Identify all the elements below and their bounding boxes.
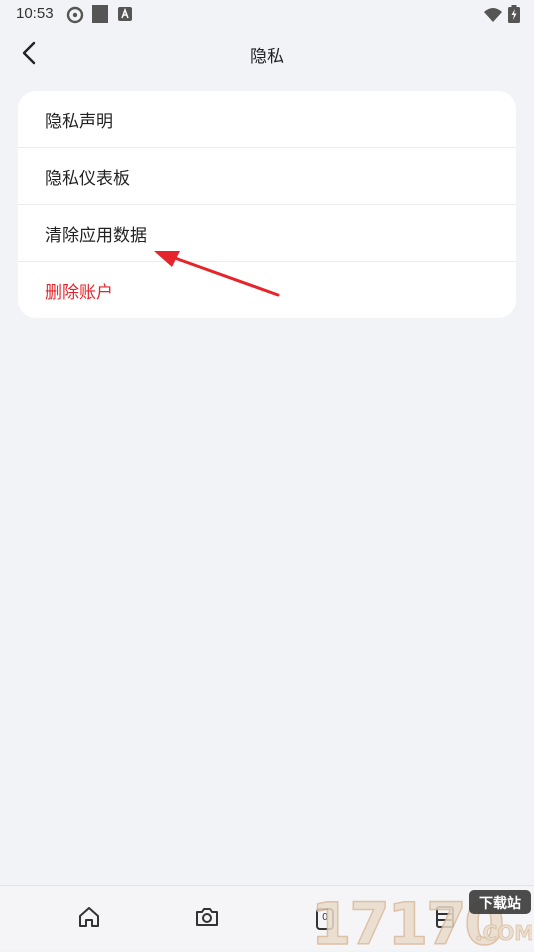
svg-text:下载站: 下载站: [479, 895, 521, 912]
annotation-arrow: [150, 245, 290, 305]
svg-text:.COM: .COM: [475, 921, 532, 945]
menu-item-privacy-dashboard[interactable]: 隐私仪表板: [18, 147, 516, 204]
camera-icon: [194, 905, 220, 933]
status-time: 10:53: [16, 5, 54, 22]
home-icon: [77, 905, 101, 933]
nav-camera[interactable]: [192, 904, 222, 934]
wifi-icon: [484, 7, 502, 26]
menu-item-label: 隐私仪表板: [45, 168, 130, 189]
page-title: 隐私: [250, 47, 284, 67]
menu-item-label: 删除账户: [45, 282, 113, 303]
status-bar: 10:53: [0, 0, 534, 30]
sync-icon: [66, 6, 84, 28]
square-icon: [92, 5, 108, 27]
watermark-logo: 17170 下载站 .COM: [307, 888, 534, 952]
a-notification-icon: [118, 6, 132, 25]
menu-item-label: 隐私声明: [45, 111, 113, 132]
nav-home[interactable]: [74, 904, 104, 934]
menu-item-privacy-statement[interactable]: 隐私声明: [18, 91, 516, 147]
battery-icon: [508, 5, 520, 27]
header: 隐私: [0, 30, 534, 78]
menu-item-label: 清除应用数据: [45, 225, 147, 246]
